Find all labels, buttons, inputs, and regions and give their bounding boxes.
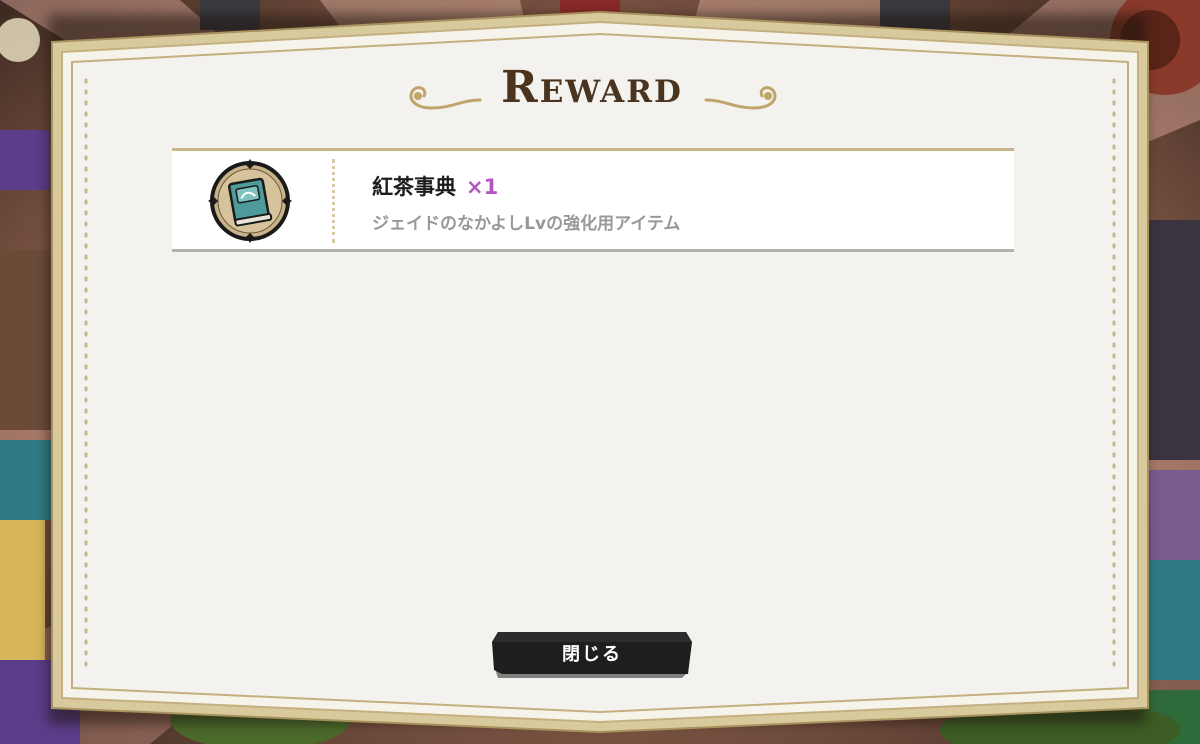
close-button-label: 閉じる	[562, 644, 622, 665]
reward-item-row: 紅茶事典 ×1 ジェイドのなかよしLvの強化用アイテム	[172, 148, 1014, 252]
left-flourish-icon	[409, 86, 482, 110]
dialog-header: Reward	[72, 60, 1114, 132]
right-flourish-icon	[704, 86, 777, 110]
item-description: ジェイドのなかよしLvの強化用アイテム	[372, 214, 681, 234]
book-icon	[208, 159, 292, 243]
dialog-title: Reward	[501, 62, 683, 113]
item-title: 紅茶事典 ×1	[372, 171, 498, 201]
game-scene: Reward 紅茶事典 ×1 ジェイドのなかよしLvの強化用アイテム 閉じる	[0, 0, 1200, 744]
item-quantity: ×1	[466, 175, 499, 199]
item-name: 紅茶事典	[372, 175, 456, 199]
item-separator	[332, 159, 335, 243]
close-button[interactable]: 閉じる	[492, 632, 692, 678]
reward-dialog: Reward 紅茶事典 ×1 ジェイドのなかよしLvの強化用アイテム 閉じる	[72, 60, 1114, 680]
